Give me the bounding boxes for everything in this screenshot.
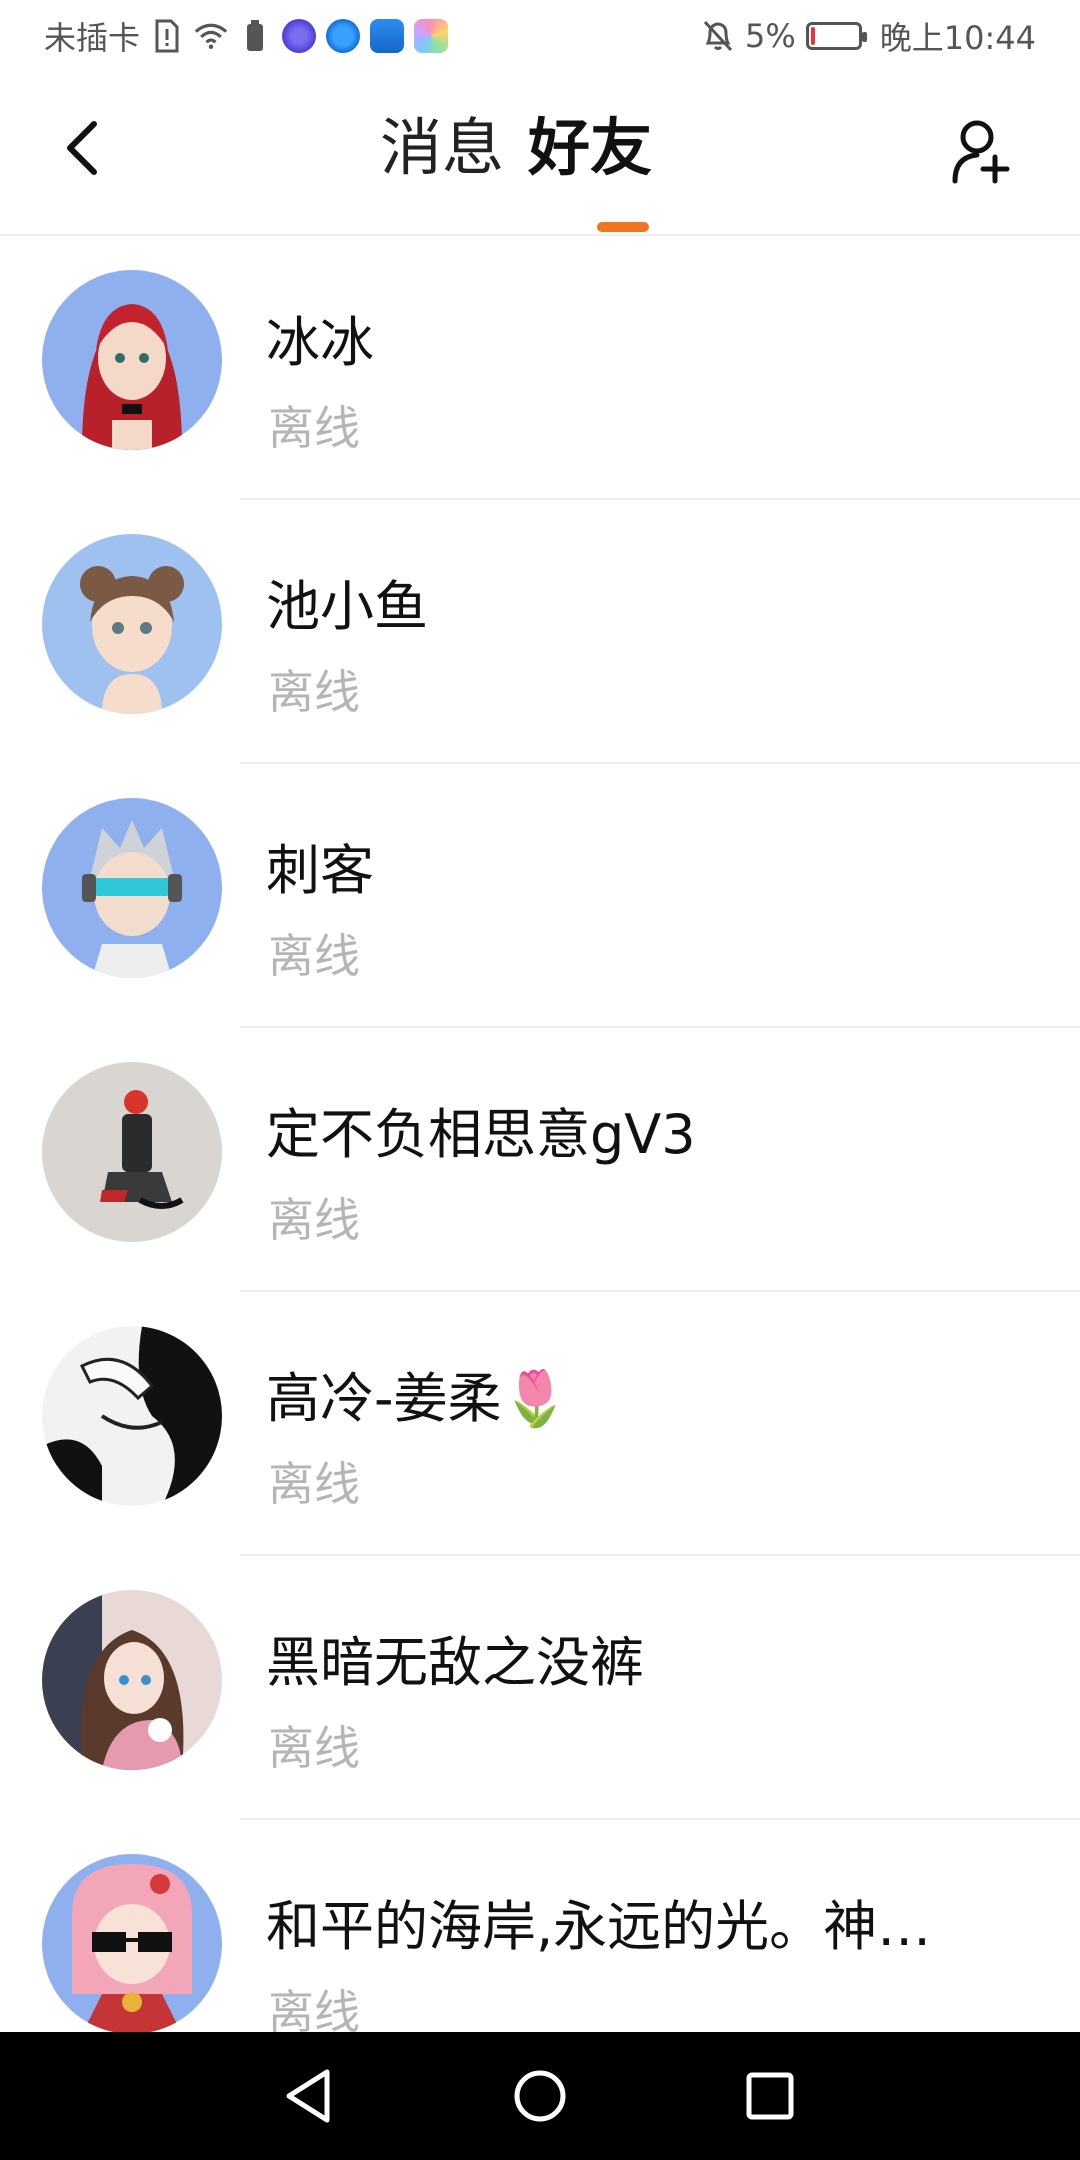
- avatar[interactable]: [42, 1326, 222, 1506]
- friend-name: 刺客: [266, 839, 374, 902]
- square-recents-icon: [746, 2072, 794, 2120]
- status-bar-right: 5% 晚上10:44: [701, 10, 1036, 62]
- avatar[interactable]: [42, 798, 222, 978]
- gallery-app-icon: [414, 19, 449, 53]
- friend-list: 冰冰 离线 池小鱼 离线 刺客 离线 定不负相思意gV3 离线 高冷-姜柔🌷 离…: [0, 236, 1080, 2084]
- triangle-back-icon: [286, 2069, 330, 2123]
- header-bar: 消息 好友: [0, 72, 1080, 236]
- nav-recents-button[interactable]: [730, 2056, 810, 2136]
- tab-bar: 消息 好友: [380, 108, 652, 188]
- active-tab-indicator: [597, 222, 649, 232]
- friend-name: 池小鱼: [266, 575, 428, 638]
- friend-name: 和平的海岸,永远的光。神…: [266, 1895, 932, 1958]
- friend-item[interactable]: 池小鱼 离线: [0, 500, 1080, 764]
- friend-status: 离线: [268, 1457, 360, 1511]
- friend-status: 离线: [268, 1721, 360, 1775]
- avatar[interactable]: [42, 1854, 222, 2034]
- sim-alert-icon: [150, 19, 184, 53]
- carrier-text: 未插卡: [44, 19, 141, 57]
- friend-item[interactable]: 定不负相思意gV3 离线: [0, 1028, 1080, 1292]
- nav-back-button[interactable]: [268, 2056, 348, 2136]
- friend-name: 定不负相思意gV3: [266, 1103, 696, 1166]
- browser-app-icon: [326, 19, 361, 53]
- friend-item[interactable]: 刺客 离线: [0, 764, 1080, 1028]
- battery-saver-icon: [238, 19, 272, 53]
- weather-app-icon: [370, 19, 405, 53]
- friend-name: 黑暗无敌之没裤: [266, 1631, 644, 1694]
- back-button[interactable]: [52, 118, 112, 178]
- clock: 晚上10:44: [879, 19, 1036, 57]
- tab-friends[interactable]: 好友: [528, 108, 652, 188]
- wifi-icon: [194, 19, 228, 53]
- friend-status: 离线: [268, 929, 360, 983]
- friend-name: 冰冰: [266, 311, 374, 374]
- friend-item[interactable]: 黑暗无敌之没裤 离线: [0, 1556, 1080, 1820]
- system-nav-bar: [0, 2032, 1080, 2160]
- avatar[interactable]: [42, 1062, 222, 1242]
- battery-percent: 5%: [745, 17, 796, 55]
- battery-icon: [805, 22, 867, 50]
- mute-icon: [701, 19, 735, 53]
- friend-status: 离线: [268, 401, 360, 455]
- friend-status: 离线: [268, 1193, 360, 1247]
- circle-home-icon: [514, 2070, 566, 2122]
- nav-home-button[interactable]: [500, 2056, 580, 2136]
- chevron-left-icon: [67, 121, 97, 175]
- friend-item[interactable]: 高冷-姜柔🌷 离线: [0, 1292, 1080, 1556]
- status-bar: 未插卡 5% 晚上10:44: [0, 0, 1080, 72]
- music-app-icon: [282, 19, 317, 53]
- add-user-icon: [952, 120, 1010, 184]
- friend-name: 高冷-姜柔🌷: [266, 1367, 569, 1430]
- avatar[interactable]: [42, 534, 222, 714]
- friend-status: 离线: [268, 665, 360, 719]
- add-friend-button[interactable]: [946, 114, 1018, 186]
- tab-messages[interactable]: 消息: [380, 108, 504, 188]
- avatar[interactable]: [42, 270, 222, 450]
- status-bar-left: 未插卡: [44, 10, 449, 62]
- friend-item[interactable]: 冰冰 离线: [0, 236, 1080, 500]
- avatar[interactable]: [42, 1590, 222, 1770]
